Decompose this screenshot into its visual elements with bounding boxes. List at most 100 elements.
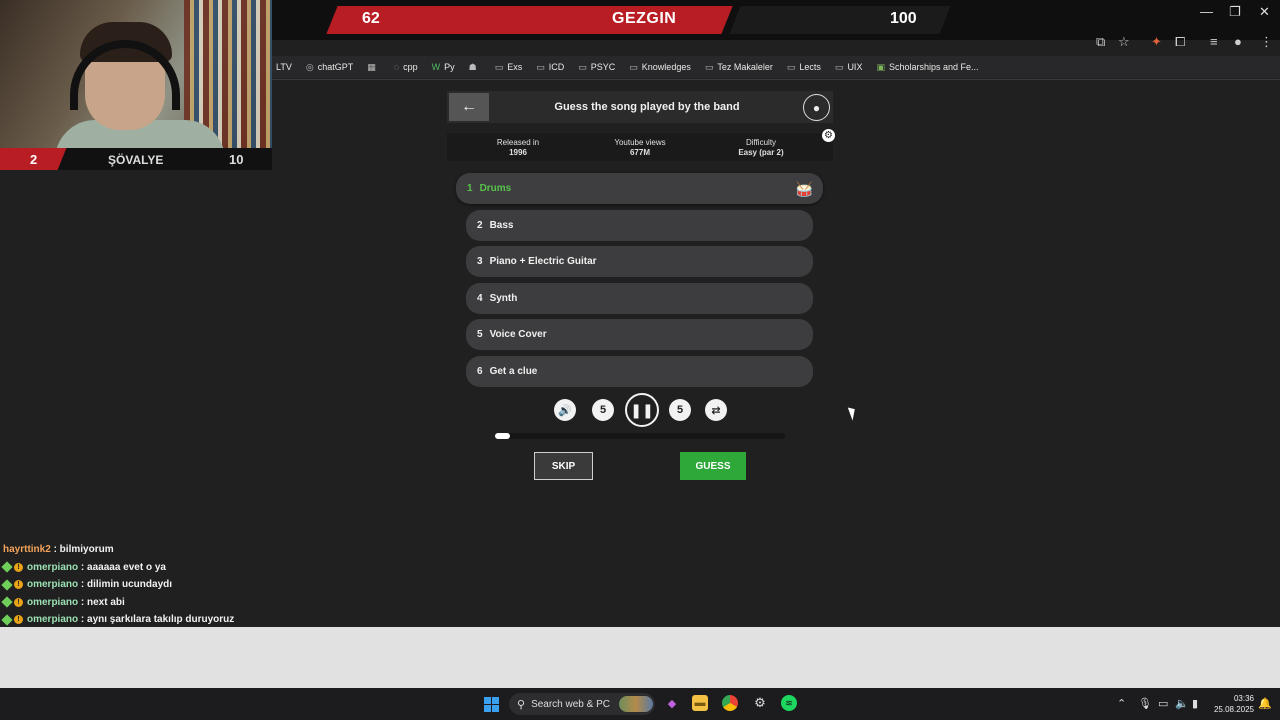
bookmark-folder[interactable]: ▭ UIX: [835, 62, 863, 73]
bookmark-folder[interactable]: ▭ ICD: [536, 62, 564, 73]
rewind-5-button[interactable]: 5: [592, 399, 614, 421]
clock-date: 25.08.2025: [1213, 705, 1254, 714]
gear-icon[interactable]: ⚙: [822, 129, 835, 142]
folder-icon: ▭: [834, 61, 844, 72]
chat-username: omerpiano: [27, 614, 79, 625]
file-explorer-icon[interactable]: ▬: [692, 695, 708, 711]
chatgpt-icon: ◎: [305, 61, 314, 72]
skip-button[interactable]: SKIP: [534, 452, 593, 480]
figma-icon[interactable]: ◆: [664, 695, 680, 711]
grid-icon: ▦: [367, 61, 376, 72]
bookmark-item[interactable]: ◌ cpp: [394, 62, 418, 72]
taskbar-clock[interactable]: 03:36 25.08.2025: [1210, 693, 1254, 715]
arrow-left-icon: ←: [461, 98, 477, 115]
bookmark-item[interactable]: ▦: [367, 62, 380, 73]
progress-fill: [495, 433, 510, 439]
track-drums[interactable]: 1 Drums 🥁: [456, 173, 823, 204]
drum-kit-icon: 🥁: [795, 181, 813, 197]
track-bass[interactable]: 2 Bass: [466, 210, 813, 241]
bookmark-star-icon[interactable]: ☆: [1118, 34, 1130, 50]
install-app-icon[interactable]: ⧉: [1096, 34, 1105, 50]
forward-5-button[interactable]: 5: [669, 399, 691, 421]
bookmark-folder[interactable]: ▭ Tez Makaleler: [705, 62, 773, 73]
volume-icon[interactable]: 🔊: [554, 399, 576, 421]
media-control-icon[interactable]: ≡: [1210, 34, 1218, 49]
taskbar-search[interactable]: ⚲ Search web & PC: [509, 693, 655, 715]
close-icon[interactable]: ✕: [1259, 4, 1270, 20]
bookmark-item[interactable]: ▣ Scholarships and Fe...: [876, 62, 978, 73]
vip-badge-icon: !: [14, 562, 23, 572]
chat-message: ! omerpiano : dilimin ucundaydı: [1, 576, 234, 594]
released-info: Released in 1996: [496, 138, 540, 157]
vip-badge-icon: !: [14, 597, 23, 607]
microphone-icon[interactable]: 🎙: [1138, 697, 1152, 710]
spotify-icon[interactable]: ≋: [781, 695, 797, 711]
chat-username: hayrttink2: [3, 544, 51, 555]
skull-icon: ☗: [468, 61, 477, 72]
chat-username: omerpiano: [27, 561, 79, 573]
chat-username: omerpiano: [27, 596, 79, 608]
notification-icon[interactable]: 🔔: [1258, 697, 1272, 710]
profile-icon[interactable]: ●: [1234, 34, 1242, 49]
bookmarks-bar: LTV ◎ chatGPT ▦ ◌ cpp W Py ☗ ▭ Exs ▭ ICD ▭ PSY…: [272, 56, 1280, 78]
bookmark-item[interactable]: ☗: [469, 62, 481, 73]
toolbar-divider: [272, 79, 1280, 80]
restore-icon[interactable]: ❐: [1229, 4, 1241, 20]
rewind-icon: 5: [599, 404, 607, 416]
track-piano-guitar[interactable]: 3 Piano + Electric Guitar: [466, 246, 813, 277]
track-get-clue[interactable]: 6 Get a clue: [466, 356, 813, 387]
folder-icon: ▭: [629, 61, 638, 72]
track-synth[interactable]: 4 Synth: [466, 283, 813, 314]
top-right-score: 100: [890, 10, 917, 27]
bookmark-item[interactable]: ◎ chatGPT: [306, 62, 353, 73]
chrome-menu-icon[interactable]: ⋮: [1260, 34, 1273, 50]
subscriber-badge-icon: [1, 614, 13, 626]
folder-icon: ▭: [536, 61, 545, 72]
tray-chevron-icon[interactable]: ⌃: [1117, 697, 1126, 710]
bookmark-item[interactable]: W Py: [432, 62, 455, 72]
track-voice-cover[interactable]: 5 Voice Cover: [466, 319, 813, 350]
chat-text: : aaaaaa evet o ya: [80, 561, 166, 573]
extensions-puzzle-icon[interactable]: ⧠: [1175, 34, 1185, 50]
score-dark-band: [729, 6, 951, 34]
pause-button[interactable]: ❚❚: [625, 393, 659, 427]
volume-tray-icon[interactable]: 🔈: [1175, 697, 1189, 710]
chat-text: : dilimin ucundaydı: [80, 579, 173, 590]
user-icon: ●: [812, 100, 821, 115]
bookmark-folder[interactable]: ▭ Exs: [495, 62, 523, 73]
battery-icon[interactable]: ▮: [1192, 697, 1198, 710]
bookmark-folder[interactable]: ▭ PSYC: [578, 62, 615, 73]
network-icon[interactable]: ▭: [1158, 697, 1168, 710]
search-icon: ⚲: [517, 698, 526, 711]
top-left-score: 62: [362, 10, 380, 27]
bookmark-folder[interactable]: ▭ Knowledges: [629, 62, 691, 73]
playback-progress[interactable]: [495, 433, 785, 439]
repeat-icon[interactable]: ⇄: [705, 399, 727, 421]
subscriber-badge-icon: [1, 579, 13, 591]
clock-time: 03:36: [1233, 694, 1254, 703]
scholarship-icon: ▣: [876, 61, 885, 72]
chat-username: omerpiano: [27, 579, 79, 590]
chrome-icon[interactable]: [722, 695, 738, 711]
folder-icon: ▭: [578, 61, 587, 72]
pause-icon: ❚❚: [630, 401, 654, 418]
python-icon: W: [431, 62, 441, 72]
windows-start-icon[interactable]: [484, 697, 499, 712]
bookmark-item[interactable]: LTV: [272, 62, 292, 72]
guess-button[interactable]: GUESS: [680, 452, 746, 480]
cam-title: ŞÖVALYE: [108, 153, 164, 167]
extension-icon[interactable]: ✦: [1151, 34, 1162, 50]
chat-message: hayrttink2 : bilmiyorum: [3, 541, 234, 559]
user-account-button[interactable]: ●: [803, 94, 830, 121]
chat-message: ! omerpiano : next abi: [1, 594, 234, 612]
forward-icon: 5: [676, 404, 684, 416]
minimize-icon[interactable]: —: [1200, 4, 1213, 19]
search-placeholder: Search web & PC: [531, 698, 610, 710]
steam-icon[interactable]: ⚙: [752, 695, 768, 711]
folder-icon: ▭: [494, 61, 504, 72]
bookmark-folder[interactable]: ▭ Lects: [787, 62, 821, 73]
difficulty-info: Difficulty Easy (par 2): [738, 138, 784, 157]
folder-icon: ▭: [704, 61, 714, 72]
chat-text: : bilmiyorum: [53, 544, 114, 555]
chat-text: : next abi: [80, 596, 125, 608]
